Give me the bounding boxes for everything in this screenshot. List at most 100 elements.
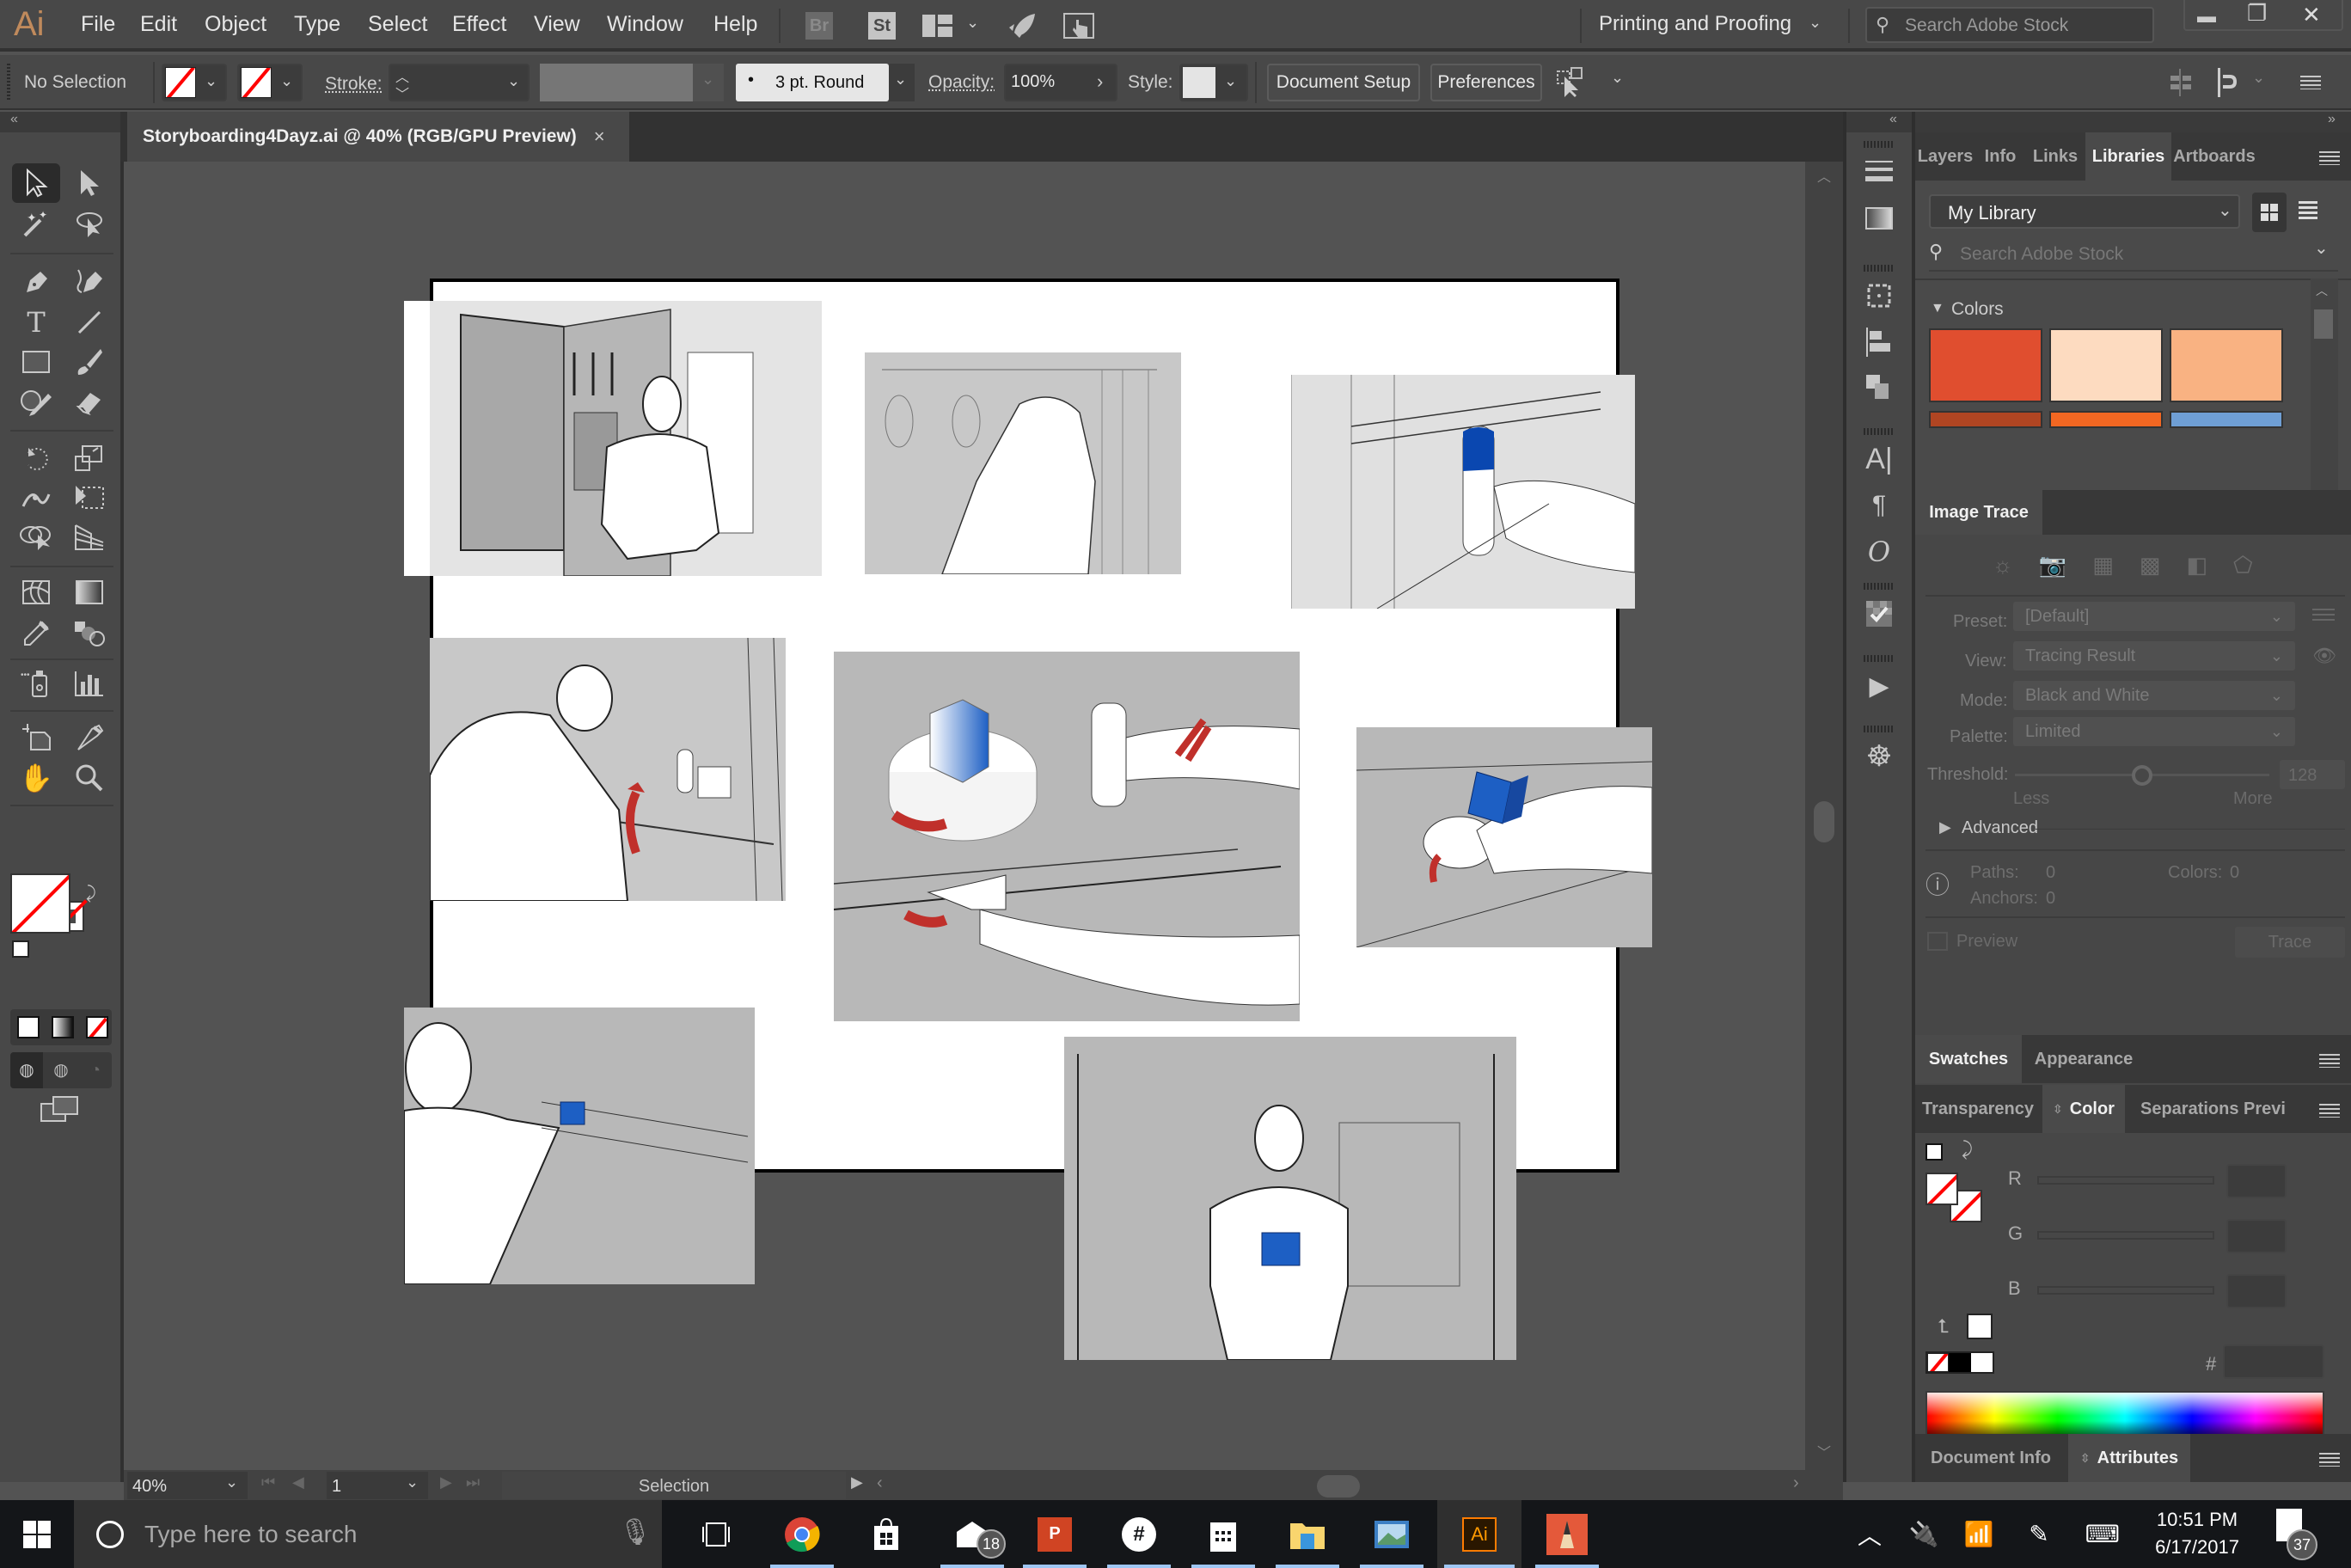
gradient-tool[interactable] [65,573,113,612]
swap-colors-icon[interactable]: ⤸ [1962,1138,1973,1161]
collapse-triangle-icon[interactable]: ▼ [1931,301,1944,316]
panel-menu-icon[interactable] [2319,1054,2340,1068]
first-artboard-icon[interactable]: ⏮ [261,1473,275,1491]
red-slider[interactable] [2037,1176,2214,1185]
draw-inside-button[interactable]: ◔ [79,1052,112,1088]
chevron-right-icon[interactable]: › [1097,70,1103,93]
opacity-label[interactable]: Opacity: [928,72,995,93]
menu-window[interactable]: Window [607,12,683,37]
none-mode-button[interactable] [86,1016,108,1038]
horizontap-scrollbar[interactable]: ‹ › [868,1470,1843,1501]
gpu-performance-icon[interactable] [1006,10,1038,41]
tab-appearance[interactable]: Appearance [2022,1035,2146,1083]
rectangle-tool[interactable] [12,342,60,382]
storyboard-frame-8[interactable] [1064,1037,1516,1360]
threshold-slider-thumb[interactable] [2132,765,2152,786]
transform-panel-icon[interactable] [1846,272,1912,320]
pen-workspace-icon[interactable]: ✎ [2022,1500,2056,1568]
hand-tool[interactable]: ✋ [12,758,60,798]
blue-slider[interactable] [2037,1286,2214,1295]
character-panel-icon[interactable]: A| [1846,435,1912,483]
grid-view-button[interactable] [2252,193,2287,232]
storyboard-frame-3[interactable] [1291,375,1635,609]
stepper-down-icon[interactable]: ﹀ [395,83,409,103]
white-color-swatch[interactable] [1970,1353,1993,1372]
library-selector[interactable]: My Library ⌄ [1929,194,2240,229]
scale-tool[interactable] [65,438,113,478]
scroll-up-icon[interactable]: ︿ [1817,165,1831,186]
minimize-icon[interactable]: ▬ [2197,5,2216,28]
gradient-panel-icon[interactable] [1846,194,1912,242]
transform-icon[interactable] [2213,67,2242,98]
zoom-level-field[interactable]: 40% ⌄ [127,1472,248,1499]
scroll-thumb[interactable] [2314,309,2333,339]
red-value-field[interactable] [2226,1164,2287,1198]
start-button[interactable] [0,1500,74,1568]
properties-wheel-icon[interactable]: ☸ [1846,732,1912,781]
mesh-tool[interactable] [12,573,60,612]
blue-value-field[interactable] [2226,1274,2287,1308]
fill-color-box[interactable] [10,873,70,934]
library-color-swatch[interactable] [2170,328,2283,402]
change-screen-mode-icon[interactable] [40,1095,83,1124]
next-artboard-icon[interactable]: ▶ [440,1473,452,1491]
tab-swatches[interactable]: Swatches [1915,1035,2022,1083]
chevron-down-icon[interactable]: ⌄ [1611,69,1624,87]
menu-effect[interactable]: Effect [452,12,506,37]
preferences-button[interactable]: Preferences [1430,64,1542,101]
tab-libraries[interactable]: Libraries [2085,132,2171,181]
black-color-swatch[interactable] [1949,1353,1971,1372]
document-setup-button[interactable]: Document Setup [1267,64,1420,101]
select-similar-objects-icon[interactable] [1552,65,1587,100]
chevron-down-icon[interactable]: ⌄ [2314,237,2329,259]
panel-menu-icon[interactable] [2319,1104,2340,1118]
out-of-gamut-icon[interactable]: ⮤ [1938,1315,1949,1338]
clock-time[interactable]: 10:51 PM [2146,1509,2249,1531]
align-icon[interactable] [2168,67,2194,98]
grip-handle[interactable] [1864,428,1895,435]
current-tool-status[interactable]: Selection [502,1472,846,1499]
tab-layers[interactable]: Layers [1915,132,1975,181]
slice-tool[interactable] [65,717,113,756]
shape-builder-tool[interactable] [12,518,60,557]
grip-handle[interactable] [1864,141,1895,148]
storyboard-frame-1[interactable] [430,301,822,576]
task-view-icon[interactable] [677,1500,755,1568]
chrome-taskbar-icon[interactable] [763,1500,841,1568]
fill-selector[interactable]: ⌄ [162,64,227,101]
type-tool[interactable]: T [12,303,60,342]
trace-button[interactable]: Trace [2235,927,2345,958]
low-color-preset-icon[interactable]: ▦ [2092,552,2114,583]
gradient-mode-button[interactable] [52,1016,74,1038]
menu-select[interactable]: Select [368,12,427,37]
file-explorer-taskbar-icon[interactable] [1269,1500,1346,1568]
default-colors-icon[interactable] [1925,1143,1943,1161]
manage-presets-icon[interactable] [2312,609,2335,622]
column-graph-tool[interactable] [65,664,113,703]
collapse-icon[interactable]: « [1889,112,1897,127]
horizontal-scroll-thumb[interactable] [1317,1475,1360,1498]
brush-definition[interactable]: • 3 pt. Round [736,64,889,101]
storyboard-frame-4[interactable] [430,638,786,901]
stroke-label[interactable]: Stroke: [325,74,383,95]
touch-keyboard-icon[interactable]: ⌨ [2080,1500,2125,1568]
view-dropdown[interactable]: Tracing Result ⌄ [2013,641,2295,671]
scroll-up-icon[interactable]: ︿ [2316,282,2328,299]
previous-artboard-icon[interactable]: ◀ [292,1473,304,1491]
show-hidden-icons[interactable]: ︿ [1855,1500,1884,1568]
scroll-down-icon[interactable]: ﹀ [1817,1441,1831,1461]
library-color-swatch[interactable] [2170,411,2283,428]
image-trace-panel-icon[interactable] [1846,590,1912,638]
grip-handle[interactable] [1864,583,1895,590]
grip-handle[interactable] [1864,726,1895,732]
chevron-down-icon[interactable]: ⌄ [507,72,520,90]
battery-icon[interactable]: 🔌 [1907,1500,1941,1568]
tab-transparency[interactable]: Transparency [1915,1085,2041,1133]
menu-object[interactable]: Object [205,12,266,37]
preview-checkbox[interactable] [1927,932,1948,951]
perspective-grid-tool[interactable] [65,518,113,557]
eraser-tool[interactable] [65,382,113,421]
swap-fill-stroke-icon[interactable]: ⤸ [86,884,96,903]
microphone-icon[interactable]: 🎙 [619,1517,652,1547]
powerpoint-taskbar-icon[interactable]: P [1016,1500,1093,1568]
